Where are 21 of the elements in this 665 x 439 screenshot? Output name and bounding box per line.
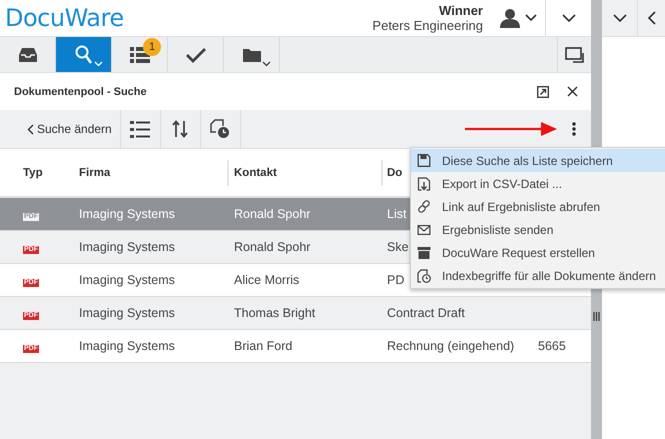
table-cell: Imaging Systems (79, 339, 175, 353)
table-cell: Imaging Systems (79, 240, 175, 254)
user-name: Winner (439, 3, 483, 18)
notification-badge: 1 (143, 38, 161, 56)
table-cell: Ronald Spohr (234, 240, 310, 254)
organization-name: Peters Engineering (372, 18, 483, 33)
table-cell: Contract Draft (387, 306, 465, 320)
table-cell: Brian Ford (234, 339, 292, 353)
table-cell: Ske (387, 240, 409, 254)
table-cell: Thomas Bright (234, 306, 316, 320)
table-cell: Rechnung (eingehend) (387, 339, 514, 353)
table-cell: Alice Morris (234, 273, 300, 287)
logo: DocuWare (5, 4, 124, 32)
table-cell: Imaging Systems (79, 273, 175, 287)
table-cell: PD (387, 273, 404, 287)
table-cell: List (387, 207, 406, 221)
panel-title: Dokumentenpool - Suche (14, 86, 147, 98)
table-cell: Imaging Systems (79, 207, 175, 221)
table-cell: Imaging Systems (79, 306, 175, 320)
table-cell: Ronald Spohr (234, 207, 310, 221)
table-cell: 5665 (538, 339, 566, 353)
